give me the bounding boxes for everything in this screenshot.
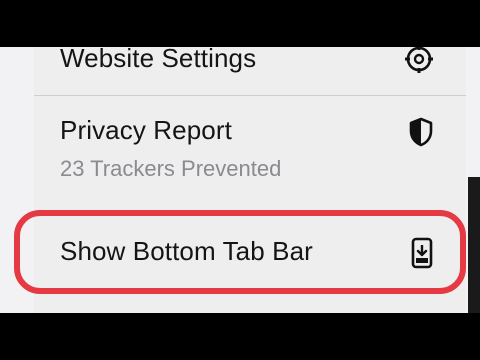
menu-item-privacy-report[interactable]: Privacy Report 23 Trackers Prevented bbox=[34, 96, 466, 196]
background-edge bbox=[468, 177, 480, 313]
gear-icon bbox=[404, 47, 434, 74]
safari-options-menu-area: Website Settings Privacy Report 23 Track… bbox=[0, 47, 480, 313]
shield-half-icon bbox=[406, 117, 436, 147]
screen: Website Settings Privacy Report 23 Track… bbox=[0, 0, 480, 360]
menu-item-label: Show Bottom Tab Bar bbox=[60, 236, 313, 266]
menu-item-website-settings[interactable]: Website Settings bbox=[34, 47, 466, 95]
phone-arrow-down-icon bbox=[407, 237, 437, 269]
menu-item-label: Privacy Report bbox=[60, 115, 232, 145]
menu-item-label: Website Settings bbox=[60, 47, 257, 73]
menu-item-show-bottom-tab-bar[interactable]: Show Bottom Tab Bar bbox=[14, 198, 466, 313]
page-options-menu: Website Settings Privacy Report 23 Track… bbox=[14, 47, 466, 313]
menu-item-sublabel: 23 Trackers Prevented bbox=[60, 156, 282, 181]
